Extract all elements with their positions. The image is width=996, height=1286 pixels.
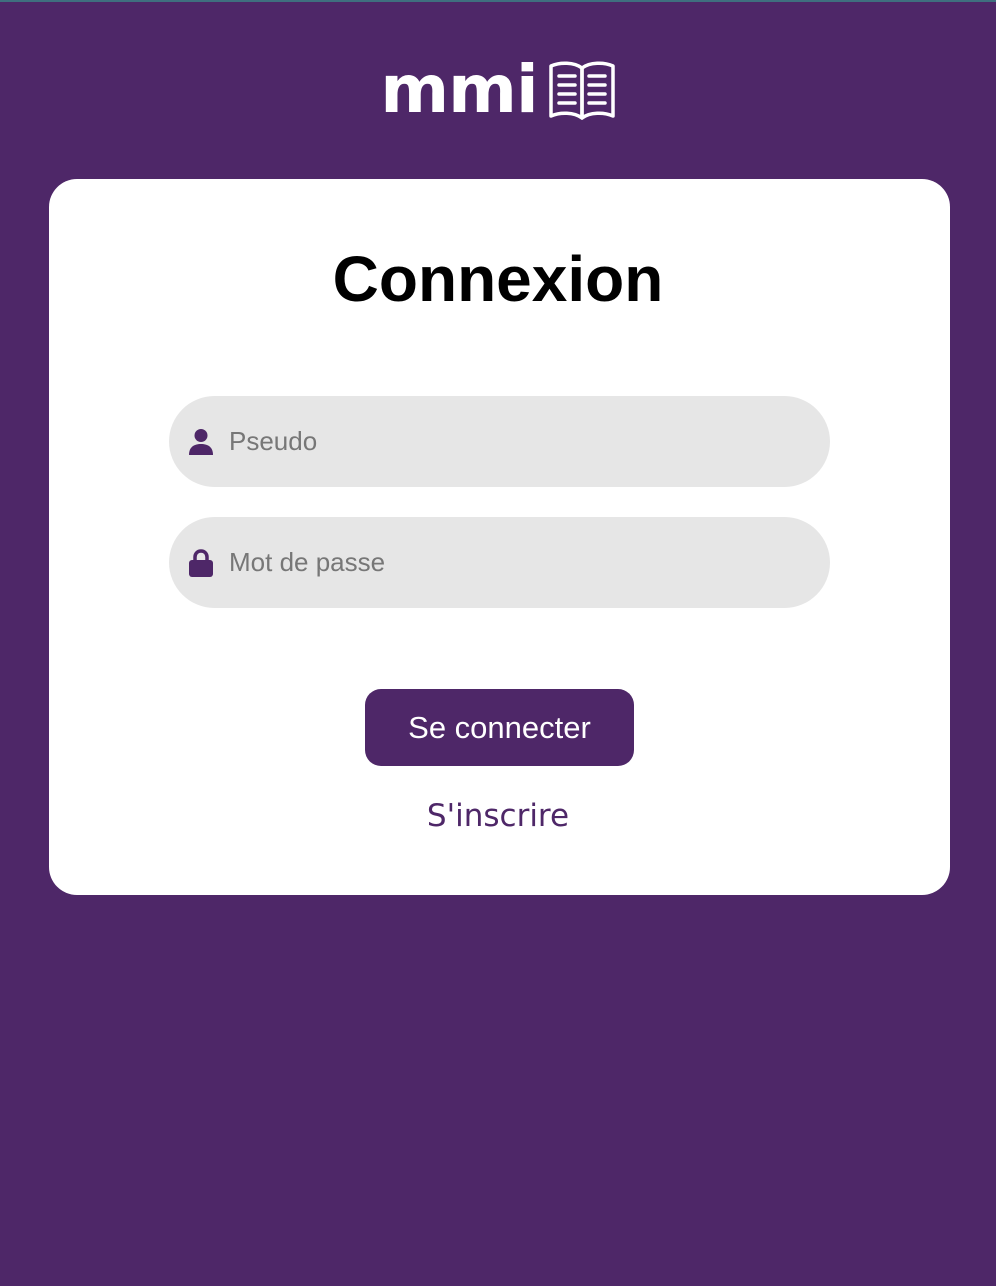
logo-text: mmi — [380, 51, 538, 128]
password-field — [169, 517, 830, 608]
window-top-border — [0, 0, 996, 2]
lock-icon — [189, 548, 213, 577]
user-icon — [189, 428, 213, 455]
username-input[interactable] — [229, 416, 789, 467]
username-field — [169, 396, 830, 487]
page-title: Connexion — [332, 243, 664, 315]
login-button[interactable]: Se connecter — [365, 689, 634, 766]
register-link[interactable]: S'inscrire — [0, 794, 996, 838]
open-book-icon — [548, 61, 615, 120]
brand-logo: mmi — [0, 51, 996, 128]
password-input[interactable] — [229, 537, 789, 588]
